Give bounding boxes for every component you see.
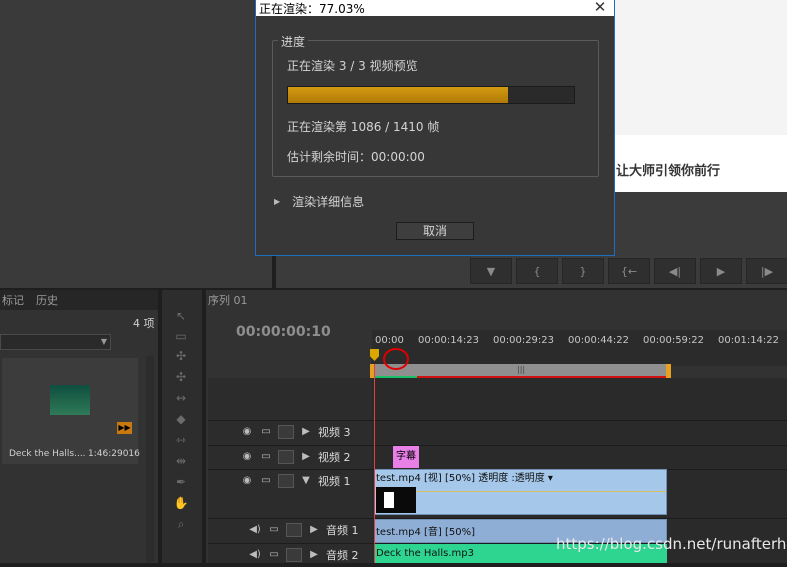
chevron-down-icon: ▼ [100,337,107,346]
project-item-name: Deck the Halls.... [9,449,86,459]
work-area-bar[interactable]: ||| [372,364,668,378]
opacity-keyframe-line[interactable] [375,491,666,492]
cancel-button[interactable]: 取消 [396,222,474,240]
tab-sequence-01[interactable]: 序列 01 [208,292,248,310]
play-button[interactable]: ▶ [700,258,742,284]
ruler-tick-label: 00:00 [375,335,404,346]
eye-icon[interactable]: ◉ [240,475,254,487]
track-name: 音频 2 [326,549,359,562]
audio-badge-icon: ▶▶ [117,422,132,434]
watermark: https://blog.csdn.net/runafterhit [556,535,787,553]
speaker-icon[interactable]: ◀) [248,524,262,536]
selection-tool-icon[interactable]: ↖ [170,307,192,325]
dialog-title: 正在渲染：77.03% [259,2,365,16]
track-lock-toggle[interactable] [286,523,302,537]
item-count: 4 项 [133,317,155,330]
track-name: 视频 2 [318,451,351,464]
timeline-timecode[interactable]: 00:00:00:10 [236,324,331,340]
eye-icon[interactable]: ◉ [240,426,254,438]
source-monitor-bar [0,0,272,288]
step-forward-button[interactable]: |▶ [746,258,787,284]
frame-count-text: 正在渲染第 1086 / 1410 帧 [287,120,440,134]
camera-icon[interactable]: ▭ [259,451,273,463]
project-item-duration: 1:46:29016 [88,449,140,459]
sync-icon[interactable]: ▭ [267,524,281,536]
video-clip-label: test.mp4 [视] [50%] 透明度 :透明度 ▾ [376,473,553,484]
slide-tool-icon[interactable]: ⇹ [170,452,192,470]
track-lock-toggle[interactable] [278,450,294,464]
expand-triangle-icon[interactable]: ▶ [307,524,321,536]
track-header-audio1: ◀) ▭ ▶ 音频 1 [248,518,359,542]
rendered-indicator [372,376,417,378]
razor-tool-icon[interactable]: ◆ [170,410,192,428]
track-select-tool-icon[interactable]: ▭ [170,327,192,345]
rate-stretch-tool-icon[interactable]: ↔ [170,389,192,407]
track-name: 视频 1 [318,475,351,488]
rolling-edit-tool-icon[interactable]: ✣ [170,368,192,386]
track-lock-toggle[interactable] [286,548,302,562]
ruler-tick-label: 00:00:59:22 [643,335,705,346]
render-progress-fill [288,87,509,103]
project-tabs: 标记 历史 [0,290,158,310]
transport-controls: ▼ { } {← ◀| ▶ |▶ [470,258,787,286]
add-marker-button[interactable]: ▼ [470,258,512,284]
progress-group-label: 进度 [278,33,309,50]
render-status-text: 正在渲染 3 / 3 视频预览 [287,59,418,73]
tab-markers[interactable]: 标记 [2,292,24,308]
subtitle-clip[interactable]: 字幕 [393,446,419,468]
mark-out-button[interactable]: } [562,258,604,284]
tab-history[interactable]: 历史 [36,292,58,308]
camera-icon[interactable]: ▭ [259,426,273,438]
track-name: 视频 3 [318,426,351,439]
track-lock-toggle[interactable] [278,474,294,488]
camera-icon[interactable]: ▭ [259,475,273,487]
project-filter-dropdown[interactable]: ▼ [0,334,111,350]
ruler-tick-label: 00:00:14:23 [418,335,480,346]
work-area-grip: ||| [517,365,526,374]
expand-triangle-icon[interactable]: ▶ [307,549,321,561]
speaker-icon[interactable]: ◀) [248,549,262,561]
ripple-edit-tool-icon[interactable]: ✣ [170,347,192,365]
expand-triangle-icon[interactable]: ▶ [299,451,313,463]
track-header-video2: ◉ ▭ ▶ 视频 2 [240,445,351,469]
expand-triangle-icon[interactable]: ▼ [299,475,313,487]
time-remaining-text: 估计剩余时间：00:00:00 [287,150,425,164]
render-details-label: 渲染详细信息 [292,195,365,209]
background-webpage-header [614,0,787,135]
track-header-audio2: ◀) ▭ ▶ 音频 2 [248,543,359,567]
zoom-tool-icon[interactable]: ⌕ [170,515,192,533]
sync-icon[interactable]: ▭ [267,549,281,561]
project-scrollbar[interactable] [146,356,154,562]
slip-tool-icon[interactable]: ⇿ [170,431,192,449]
close-icon[interactable]: ✕ [590,0,610,16]
audio-clip-1-label: test.mp4 [音] [50%] [376,527,476,538]
audio-clip-2-label: Deck the Halls.mp3 [376,548,474,559]
thumbnail-frame [384,492,394,508]
step-back-button[interactable]: ◀| [654,258,696,284]
render-progress-bar [287,86,575,104]
background-web-headline: 让大师引领你前行 [616,164,721,179]
track-header-video3: ◉ ▭ ▶ 视频 3 [240,420,351,444]
track-name: 音频 1 [326,524,359,537]
expand-triangle-icon[interactable]: ▶ [299,426,313,438]
playhead-line[interactable] [374,364,375,563]
track-header-video1: ◉ ▭ ▼ 视频 1 [240,469,351,493]
ruler-tick-label: 00:00:29:23 [493,335,555,346]
video-clip-thumbnail [376,487,416,513]
render-details-toggle[interactable]: ▶ 渲染详细信息 [274,193,364,210]
pen-tool-icon[interactable]: ✒ [170,473,192,491]
ruler-tick-label: 00:00:44:22 [568,335,630,346]
eye-icon[interactable]: ◉ [240,451,254,463]
go-to-in-button[interactable]: {← [608,258,650,284]
hand-tool-icon[interactable]: ✋ [170,494,192,512]
mark-in-button[interactable]: { [516,258,558,284]
annotation-circle [383,348,409,370]
audio-waveform-thumbnail [50,385,90,415]
expand-triangle-icon: ▶ [274,197,281,206]
track-lock-toggle[interactable] [278,425,294,439]
ruler-tick-label: 00:01:14:22 [718,335,780,346]
work-area-end-handle[interactable] [666,364,671,378]
